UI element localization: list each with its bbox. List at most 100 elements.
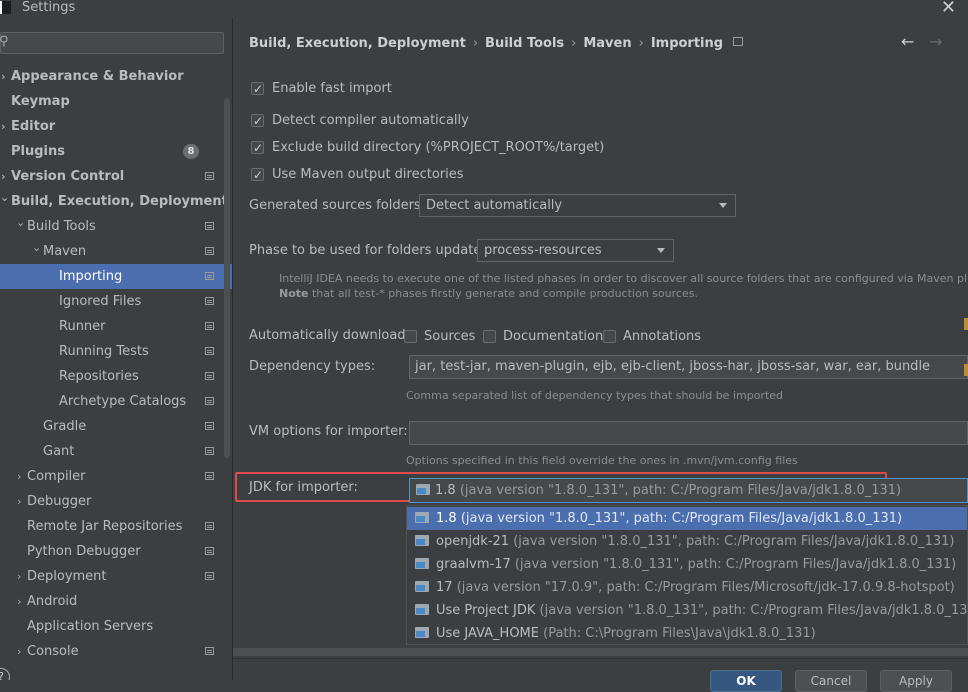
sidebar-item[interactable]: › Version Control: [0, 164, 232, 189]
sidebar-item[interactable]: Keymap: [0, 89, 232, 114]
sidebar-item[interactable]: › Debugger: [0, 489, 232, 514]
back-arrow-icon[interactable]: ←: [901, 32, 914, 51]
sidebar-item-label: Android: [27, 594, 78, 609]
settings-sidebar: ⚲ › Appearance & Behavior Keymap › Editor Plu…: [0, 18, 233, 680]
sidebar-item[interactable]: Python Debugger: [0, 539, 232, 564]
sidebar-item[interactable]: › Appearance & Behavior: [0, 64, 232, 89]
sidebar-item-label: Editor: [11, 119, 56, 134]
detect-compiler-checkbox[interactable]: [251, 112, 264, 130]
sidebar-item[interactable]: Remote Jar Repositories: [0, 514, 232, 539]
breadcrumb-item[interactable]: Build, Execution, Deployment: [249, 36, 466, 51]
sidebar-item-label: Debugger: [27, 494, 92, 509]
jdk-option-name: Use JAVA_HOME: [436, 626, 539, 641]
enable-fast-import-label: Enable fast import: [272, 81, 392, 96]
chevron-right-icon[interactable]: ›: [17, 464, 21, 489]
sidebar-item[interactable]: Repositories: [0, 364, 232, 389]
jdk-option-detail: (java version "17.0.9", path: C:/Program…: [456, 580, 955, 595]
sidebar-item-label: Console: [27, 644, 79, 659]
project-settings-icon: [205, 272, 214, 280]
breadcrumb-item[interactable]: Build Tools: [485, 36, 564, 51]
generated-sources-dropdown[interactable]: Detect automatically: [419, 194, 736, 217]
project-settings-icon: [205, 172, 214, 180]
chevron-right-icon[interactable]: ›: [17, 589, 21, 614]
detect-compiler-label: Detect compiler automatically: [272, 113, 469, 128]
jdk-selected-detail: (java version "1.8.0_131", path: C:/Prog…: [459, 483, 902, 498]
exclude-build-dir-checkbox[interactable]: [251, 139, 264, 157]
search-icon: ⚲: [0, 34, 9, 49]
phase-note-rest: that all test-* phases firstly generate …: [308, 287, 698, 300]
sidebar-item-label: Compiler: [27, 469, 86, 484]
sidebar-item[interactable]: › Deployment: [0, 564, 232, 589]
search-input[interactable]: [11, 34, 215, 52]
breadcrumb-separator: ›: [472, 36, 479, 51]
jdk-selected-name: 1.8: [435, 483, 456, 498]
sidebar-scrollbar[interactable]: [224, 98, 230, 458]
ok-button[interactable]: OK: [710, 670, 782, 692]
sidebar-item[interactable]: Gant: [0, 439, 232, 464]
use-output-dirs-checkbox[interactable]: [251, 166, 264, 184]
enable-fast-import-checkbox[interactable]: [251, 80, 264, 98]
cancel-button[interactable]: Cancel: [795, 670, 867, 692]
jdk-option[interactable]: 1.8 (java version "1.8.0_131", path: C:/…: [407, 507, 967, 530]
sidebar-item-label: Gradle: [43, 419, 87, 434]
sidebar-item-label: Python Debugger: [27, 544, 141, 559]
sidebar-item[interactable]: Application Servers: [0, 614, 232, 639]
breadcrumb-item[interactable]: Maven: [583, 36, 631, 51]
jdk-option[interactable]: Use Project JDK (java version "1.8.0_131…: [407, 599, 967, 622]
sidebar-item[interactable]: › Android: [0, 589, 232, 614]
plugins-update-badge: 8: [183, 144, 199, 159]
sidebar-item[interactable]: ⌄ Build, Execution, Deployment: [0, 189, 232, 214]
chevron-down-icon[interactable]: ⌄: [16, 210, 25, 235]
apply-button[interactable]: Apply: [880, 670, 952, 692]
chevron-down-icon[interactable]: ⌄: [0, 185, 9, 210]
phase-value: process-resources: [484, 243, 602, 258]
download-sources-checkbox[interactable]: [404, 330, 417, 343]
jdk-dropdown-popup: 1.8 (java version "1.8.0_131", path: C:/…: [406, 505, 968, 645]
jdk-option[interactable]: 17 (java version "17.0.9", path: C:/Prog…: [407, 576, 967, 599]
download-annotations-checkbox[interactable]: [603, 330, 616, 343]
sidebar-item[interactable]: Ignored Files: [0, 289, 232, 314]
chevron-right-icon[interactable]: ›: [17, 639, 21, 664]
generated-sources-label: Generated sources folders:: [249, 198, 426, 213]
close-icon[interactable]: ✕: [941, 0, 956, 18]
jdk-importer-dropdown[interactable]: 1.8 (java version "1.8.0_131", path: C:/…: [409, 478, 968, 503]
sidebar-item[interactable]: › Editor: [0, 114, 232, 139]
chevron-right-icon[interactable]: ›: [17, 564, 21, 589]
jdk-option-detail: (java version "1.8.0_131", path: C:/Prog…: [514, 557, 957, 572]
dependency-types-input[interactable]: jar, test-jar, maven-plugin, ejb, ejb-cl…: [409, 355, 968, 379]
project-settings-icon: [205, 247, 214, 255]
horizontal-scrollbar[interactable]: [233, 648, 968, 656]
download-sources-label: Sources: [424, 329, 476, 344]
download-documentation-checkbox[interactable]: [483, 330, 496, 343]
sidebar-item[interactable]: Gradle: [0, 414, 232, 439]
sidebar-item[interactable]: ⌄ Maven: [0, 239, 232, 264]
sidebar-item-label: Importing: [59, 269, 123, 284]
sidebar-item[interactable]: Importing: [0, 264, 232, 289]
sidebar-item-label: Running Tests: [59, 344, 149, 359]
sidebar-item[interactable]: Runner: [0, 314, 232, 339]
settings-search[interactable]: ⚲: [0, 32, 224, 54]
jdk-option[interactable]: graalvm-17 (java version "1.8.0_131", pa…: [407, 553, 967, 576]
project-settings-icon: [205, 447, 214, 455]
jdk-option-name: graalvm-17: [436, 557, 511, 572]
forward-arrow-icon[interactable]: →: [929, 32, 942, 51]
jdk-option[interactable]: Use JAVA_HOME (Path: C:\Program Files\Ja…: [407, 622, 967, 645]
jdk-folder-icon: [415, 558, 429, 569]
sidebar-item-label: Keymap: [11, 94, 70, 109]
project-settings-icon: [205, 322, 214, 330]
sidebar-item[interactable]: Plugins 8: [0, 139, 232, 164]
jdk-option-name: 1.8: [436, 511, 457, 526]
sidebar-item[interactable]: Running Tests: [0, 339, 232, 364]
sidebar-item[interactable]: › Compiler: [0, 464, 232, 489]
chevron-right-icon[interactable]: ›: [1, 114, 6, 139]
chevron-down-icon[interactable]: ⌄: [32, 235, 41, 260]
jdk-option[interactable]: openjdk-21 (java version "1.8.0_131", pa…: [407, 530, 967, 553]
chevron-right-icon[interactable]: ›: [17, 489, 21, 514]
sidebar-item-label: Plugins: [11, 144, 65, 159]
vm-options-input[interactable]: [409, 421, 968, 445]
help-icon[interactable]: ?: [0, 668, 10, 680]
phase-dropdown[interactable]: process-resources: [477, 239, 674, 262]
sidebar-item[interactable]: › Console: [0, 639, 232, 664]
chevron-right-icon[interactable]: ›: [1, 64, 6, 89]
sidebar-item[interactable]: Archetype Catalogs: [0, 389, 232, 414]
